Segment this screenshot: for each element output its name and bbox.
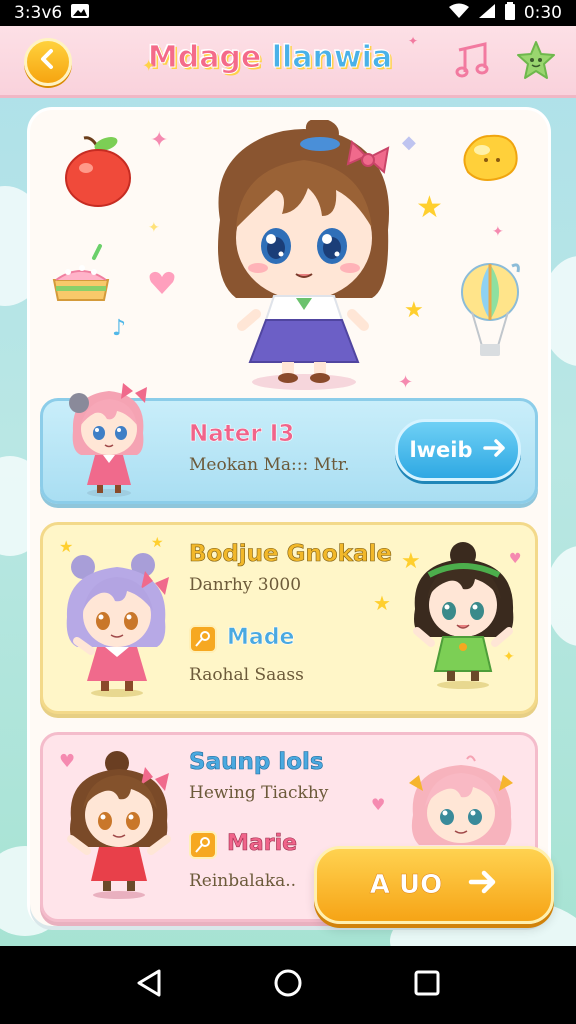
title-part-1: Mdage — [147, 40, 262, 76]
entry-tag-sub: Reinbalaka.. — [189, 871, 297, 891]
star-icon: ★ — [416, 190, 443, 225]
hero-character-illustration — [196, 118, 410, 396]
battery-icon — [504, 2, 516, 24]
star-icon: ★ — [151, 535, 164, 551]
status-time: 0:30 — [523, 3, 562, 23]
back-button[interactable] — [24, 38, 72, 86]
heart-icon — [148, 270, 176, 300]
recents-nav-icon[interactable] — [413, 969, 441, 1001]
sparkle-icon: ✦ — [142, 56, 156, 75]
entry-tag-label: Marie — [227, 831, 298, 857]
entry-subtitle: Meokan Ma::: Mtr. — [189, 455, 350, 475]
action-button[interactable]: A UO — [314, 846, 554, 924]
entry-title: Bodjue Gnokale — [189, 541, 393, 568]
entry-subtitle: Danrhy 3000 — [189, 575, 302, 595]
sparkle-icon: ✦ — [150, 128, 169, 153]
status-bar: 3:3v6 0:30 — [0, 0, 576, 26]
key-icon — [189, 625, 217, 653]
back-nav-icon[interactable] — [135, 968, 163, 1002]
entry-tag-label: Made — [227, 625, 295, 651]
home-nav-icon[interactable] — [273, 968, 303, 1002]
signal-icon — [478, 3, 496, 23]
bubble-icon — [460, 132, 522, 190]
hero-area: ✦ ✦ ♪ ◆ ★ ★ ✦ ✦ — [30, 110, 548, 400]
music-note-icon[interactable] — [452, 42, 492, 82]
sparkle-icon: ✦ — [492, 224, 504, 240]
status-carrier: 3:3v6 — [14, 3, 63, 23]
entry-title: Nater I3 — [189, 421, 295, 448]
heart-icon: ♥ — [371, 795, 386, 814]
character-avatar — [61, 551, 173, 703]
view-button[interactable]: lweib — [395, 419, 521, 481]
apple-icon — [62, 134, 134, 214]
entry-card[interactable]: ★ ★ Bodjue Gnokale Danrhy 3000 Made Raoh… — [40, 522, 538, 714]
key-icon — [189, 831, 217, 859]
character-avatar — [407, 539, 521, 695]
character-avatar — [405, 755, 519, 849]
view-button-label: lweib — [409, 438, 473, 462]
character-avatar — [63, 749, 175, 905]
cake-icon — [48, 240, 114, 314]
music-note-icon: ♪ — [112, 316, 127, 341]
sparkle-icon: ✦ — [408, 34, 419, 48]
sparkle-icon: ✦ — [148, 220, 160, 236]
arrow-right-icon — [482, 438, 507, 463]
action-button-label: A UO — [369, 870, 443, 901]
star-face-icon[interactable] — [514, 40, 558, 84]
wifi-icon — [448, 3, 470, 23]
cloud — [545, 546, 576, 646]
header-bar: Mdage llanwia ✦ ✦ — [0, 26, 576, 98]
main-card: ✦ ✦ ♪ ◆ ★ ★ ✦ ✦ Nater I3 Meokan Ma::: Mt… — [30, 110, 548, 926]
gallery-icon — [70, 3, 90, 23]
entry-card[interactable]: Nater I3 Meokan Ma::: Mtr. lweib — [40, 383, 538, 504]
entry-tag-sub: Raohal Saass — [189, 665, 304, 685]
app-screen: Mdage llanwia ✦ ✦ ✦ ✦ ♪ ◆ ★ ★ ✦ ✦ Nater … — [0, 26, 576, 946]
hot-air-balloon-icon — [458, 260, 522, 370]
character-avatar — [63, 381, 153, 503]
app-title: Mdage llanwia — [120, 40, 420, 76]
chevron-left-icon — [37, 47, 59, 77]
entry-subtitle: Hewing Tiackhy — [189, 783, 329, 803]
star-icon: ★ — [373, 591, 391, 615]
navigation-bar — [0, 946, 576, 1024]
arrow-right-icon — [468, 869, 498, 902]
title-part-2: llanwia — [271, 40, 393, 76]
entry-title: Saunp lols — [189, 749, 324, 776]
